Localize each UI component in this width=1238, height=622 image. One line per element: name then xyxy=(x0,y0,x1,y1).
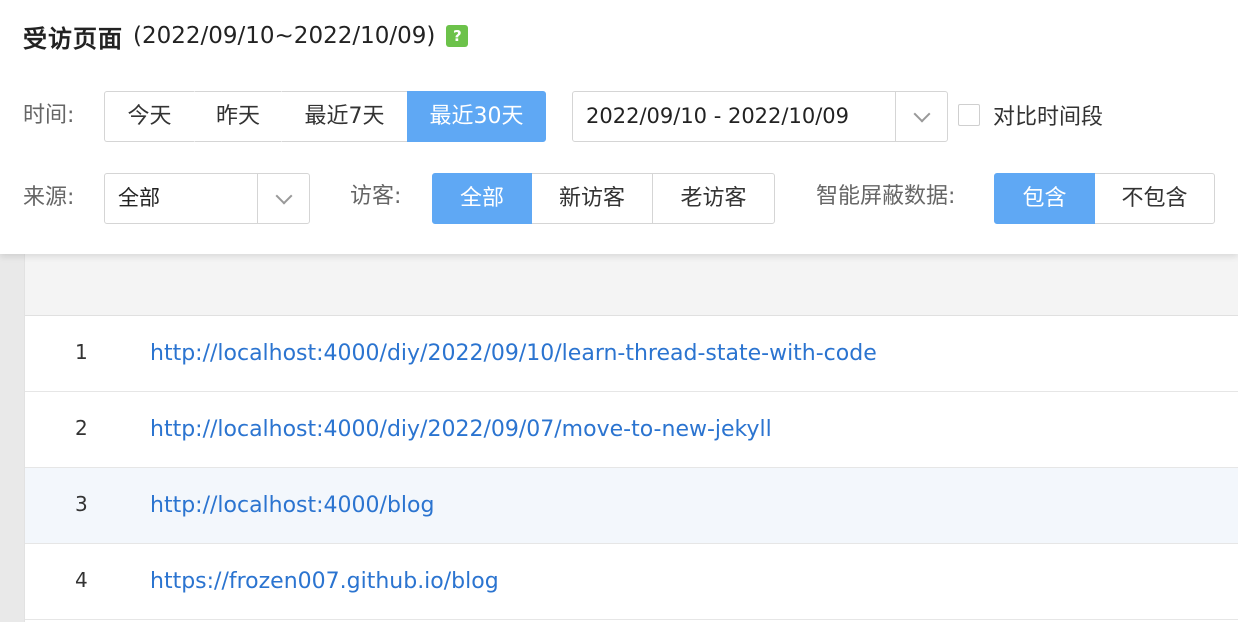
row-index: 3 xyxy=(75,492,88,516)
smart-filter-label: 智能屏蔽数据: xyxy=(816,184,956,209)
source-value: 全部 xyxy=(118,186,160,210)
time-option-yesterday[interactable]: 昨天 xyxy=(194,91,282,142)
source-select[interactable]: 全部 xyxy=(104,173,310,224)
title-row: 受访页面 (2022/09/10~2022/10/09) ? xyxy=(23,20,469,53)
pages-table: 1 http://localhost:4000/diy/2022/09/10/l… xyxy=(24,254,1238,622)
row-index: 2 xyxy=(75,416,88,440)
chevron-down-icon xyxy=(913,105,930,122)
question-icon[interactable]: ? xyxy=(446,25,469,47)
visitor-option-new[interactable]: 新访客 xyxy=(531,173,653,224)
visitor-option-returning[interactable]: 老访客 xyxy=(652,173,775,224)
table-row: 3 http://localhost:4000/blog xyxy=(25,468,1238,544)
time-option-7days[interactable]: 最近7天 xyxy=(281,91,408,142)
filter-panel: 受访页面 (2022/09/10~2022/10/09) ? 时间: 今天 昨天… xyxy=(0,0,1238,254)
table-header xyxy=(25,254,1238,316)
date-range-select[interactable]: 2022/09/10 - 2022/10/09 xyxy=(572,91,948,142)
smart-filter-button-group: 包含 不包含 xyxy=(994,173,1215,224)
compare-toggle[interactable]: 对比时间段 xyxy=(958,100,1103,130)
table-row: 4 https://frozen007.github.io/blog xyxy=(25,544,1238,620)
source-dropdown[interactable] xyxy=(257,174,309,223)
chevron-down-icon xyxy=(275,187,292,204)
visitor-label: 访客: xyxy=(350,184,402,209)
time-label: 时间: xyxy=(23,103,75,128)
time-option-today[interactable]: 今天 xyxy=(104,91,195,142)
row-index: 1 xyxy=(75,340,88,364)
visitor-button-group: 全部 新访客 老访客 xyxy=(432,173,775,224)
time-button-group: 今天 昨天 最近7天 最近30天 xyxy=(104,91,546,142)
smart-option-include[interactable]: 包含 xyxy=(994,173,1095,224)
row-index: 4 xyxy=(75,568,88,592)
page-url-link[interactable]: http://localhost:4000/diy/2022/09/10/lea… xyxy=(150,316,877,366)
date-range-dropdown[interactable] xyxy=(895,92,947,141)
left-gutter xyxy=(0,254,24,622)
table-row: 1 http://localhost:4000/diy/2022/09/10/l… xyxy=(25,316,1238,392)
table-row: 2 http://localhost:4000/diy/2022/09/07/m… xyxy=(25,392,1238,468)
smart-option-exclude[interactable]: 不包含 xyxy=(1094,173,1215,224)
date-range-title: (2022/09/10~2022/10/09) xyxy=(133,23,436,49)
page-url-link[interactable]: https://frozen007.github.io/blog xyxy=(150,544,499,594)
source-label: 来源: xyxy=(23,185,75,210)
page: 受访页面 (2022/09/10~2022/10/09) ? 时间: 今天 昨天… xyxy=(0,0,1238,622)
time-option-30days[interactable]: 最近30天 xyxy=(407,91,546,142)
page-url-link[interactable]: http://localhost:4000/diy/2022/09/07/mov… xyxy=(150,392,772,442)
date-range-value: 2022/09/10 - 2022/10/09 xyxy=(586,104,850,128)
compare-label: 对比时间段 xyxy=(993,105,1104,130)
page-title: 受访页面 xyxy=(23,24,123,53)
page-url-link[interactable]: http://localhost:4000/blog xyxy=(150,468,434,518)
visitor-option-all[interactable]: 全部 xyxy=(432,173,532,224)
compare-checkbox[interactable] xyxy=(958,104,980,126)
